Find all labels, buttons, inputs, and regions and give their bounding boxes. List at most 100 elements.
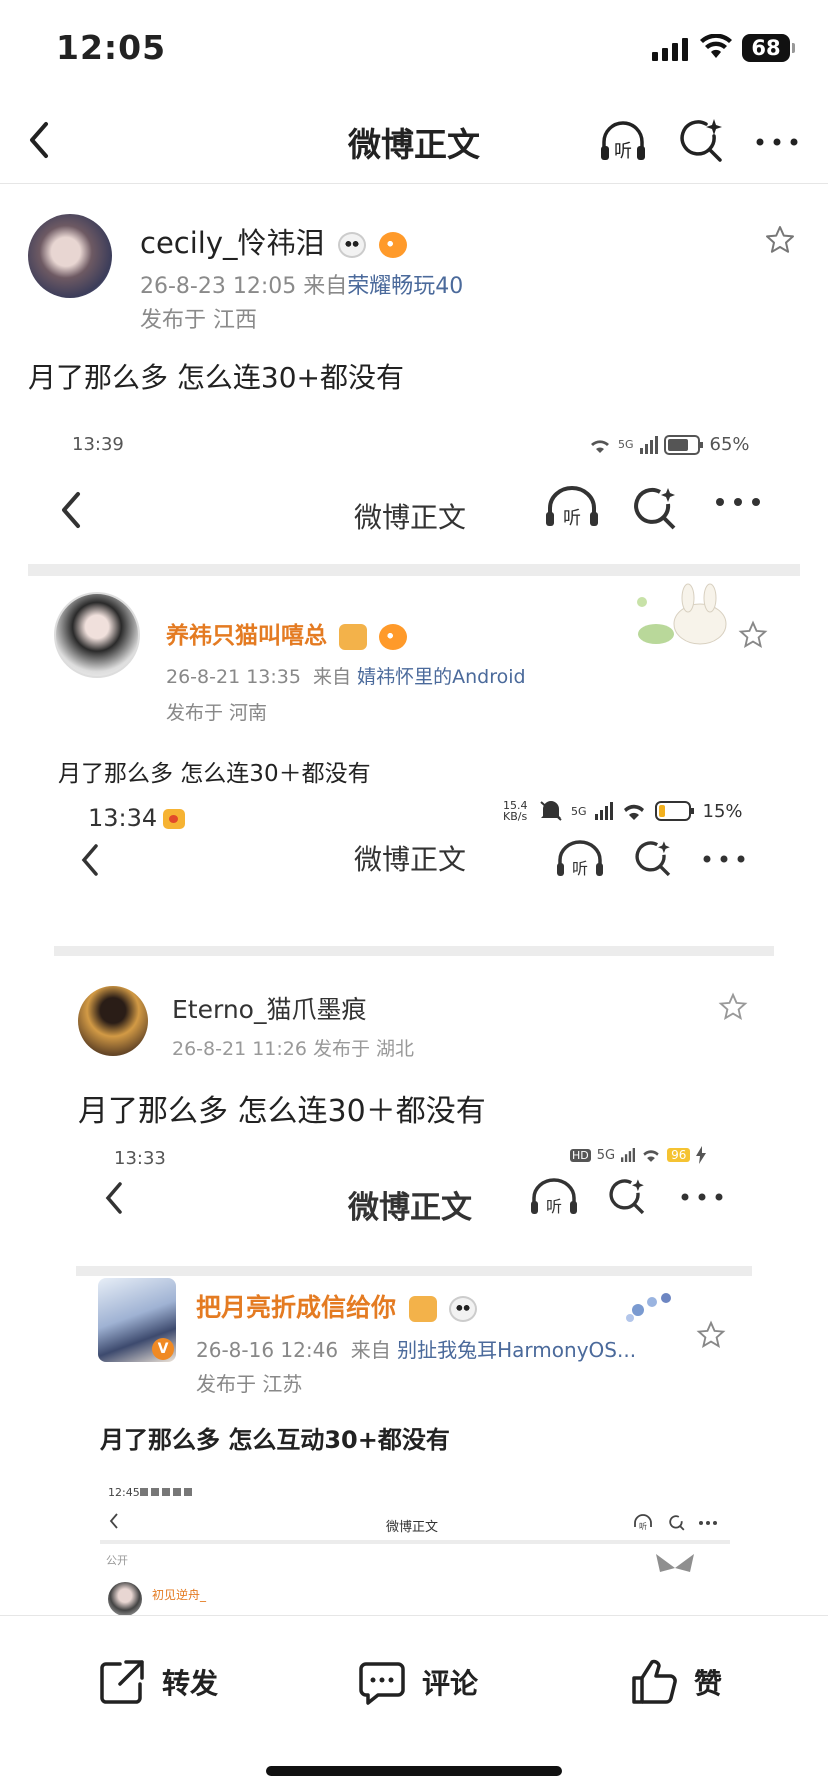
shot1-more-icon <box>716 498 760 506</box>
post-date: 26-8-23 12:05 <box>140 274 297 299</box>
shot3-charging-icon <box>696 1146 707 1164</box>
shot2-nav-title: 微博正文 <box>354 843 467 876</box>
shot4-nav-title: 微博正文 <box>386 1520 439 1535</box>
like-label: 赞 <box>694 1667 723 1700</box>
shot1-signal: 5G <box>618 438 634 451</box>
shot3-listen-text: 听 <box>546 1197 562 1216</box>
battery-icon: 68 <box>742 34 795 62</box>
shot1-battery-icon <box>663 434 703 455</box>
shot1-search-icon <box>634 488 676 530</box>
shot3-status-right: HD 5G 96 <box>570 1146 707 1164</box>
avatar[interactable] <box>28 214 112 298</box>
shot3-signal-icon <box>621 1148 636 1162</box>
shot2-more-icon <box>703 855 745 863</box>
shot3-username: 把月亮折成信给你 <box>196 1288 478 1324</box>
more-horizontal-icon <box>756 138 798 146</box>
shot1-crown-icon <box>339 623 368 650</box>
shot3-date: 26-8-16 12:46 <box>196 1338 339 1362</box>
sparkle-search-icon <box>680 119 722 162</box>
shot3-star-icon <box>696 1320 726 1348</box>
post-source[interactable]: 荣耀畅玩40 <box>347 274 463 299</box>
shot3-source: 别扯我兔耳HarmonyOS... <box>397 1338 637 1362</box>
panda-badge-icon <box>337 232 366 258</box>
shot3-from-prefix: 来自 <box>350 1338 391 1362</box>
post-image[interactable]: 13:39 5G 65% 微博正文 听 养祎只猫叫嘻总 26-8-21 13:3… <box>0 420 828 1615</box>
shot2-text: 月了那么多 怎么连30＋都没有 <box>78 1094 486 1129</box>
shot1-username: 养祎只猫叫嘻总 <box>166 616 408 650</box>
shot3-hd: HD <box>570 1148 591 1162</box>
shot4-search-icon <box>669 1515 685 1531</box>
like-button[interactable]: 赞 <box>628 1652 722 1712</box>
shot3-headphones-icon: 听 <box>531 1178 577 1216</box>
bunny-sticker-icon <box>637 583 727 645</box>
comment-button[interactable]: 评论 <box>356 1652 478 1712</box>
shot3-username-text: 把月亮折成信给你 <box>196 1293 397 1322</box>
shot4-divider <box>100 1540 730 1544</box>
post-username[interactable]: cecily_怜祎泪 <box>140 220 407 262</box>
shot1-back-icon <box>62 492 80 528</box>
shot2-headphones-icon: 听 <box>557 840 603 878</box>
shot2-wifi-icon <box>623 804 644 820</box>
shot2-divider <box>54 946 774 956</box>
fish-badge-icon <box>378 232 407 258</box>
shot2-net-speed: 15.4 KB/s <box>503 799 528 823</box>
shot1-from-prefix: 来自 <box>313 666 352 688</box>
shot1-battery: 65% <box>709 434 750 455</box>
shot1-username-text: 养祎只猫叫嘻总 <box>166 623 327 649</box>
signal-icon <box>652 38 688 61</box>
status-time: 12:05 <box>56 28 167 67</box>
shot3-panda-icon <box>449 1296 478 1322</box>
shot2-status: 13:34 <box>88 804 186 832</box>
shot1-divider <box>28 564 800 576</box>
shot3-wifi-icon <box>643 1150 659 1162</box>
shot3-search-icon <box>609 1179 645 1215</box>
shot4-status-dots <box>140 1488 192 1496</box>
shot1-date: 26-8-21 13:35 <box>166 666 301 688</box>
shot3-signal: 5G <box>596 1147 616 1163</box>
shot3-location: 发布于 江苏 <box>196 1372 303 1396</box>
more-button[interactable] <box>752 116 802 166</box>
shot1-wifi-icon <box>591 439 609 453</box>
shot3-flower-sticker-icon <box>626 1293 671 1322</box>
thumbs-up-icon <box>632 1659 677 1704</box>
listen-button[interactable]: 听 <box>598 116 648 166</box>
shot1-text: 月了那么多 怎么连30＋都没有 <box>58 761 371 787</box>
comment-icon <box>359 1662 405 1705</box>
shot1-time: 13:39 <box>72 434 124 455</box>
shot2-listen-text: 听 <box>572 859 588 878</box>
shot1-location: 发布于 河南 <box>166 702 268 724</box>
username-text[interactable]: cecily_怜祎泪 <box>140 226 325 260</box>
shot4-butterfly-sticker-icon <box>656 1554 694 1572</box>
shot3-text: 月了那么多 怎么互动30+都没有 <box>100 1426 450 1454</box>
nav-bar: 微博正文 听 <box>0 96 828 184</box>
shot3-meta: 26-8-16 12:46 来自 别扯我兔耳HarmonyOS... <box>196 1334 636 1363</box>
shot4-username: 初见逆舟_ <box>152 1588 207 1602</box>
shot1-status-right: 5G 65% <box>588 434 750 455</box>
shot3-time: 13:33 <box>114 1148 166 1169</box>
repost-label: 转发 <box>162 1667 219 1700</box>
post-location: 发布于 江西 <box>140 308 257 333</box>
search-button[interactable] <box>676 116 726 166</box>
shot4-public-label: 公开 <box>106 1554 128 1567</box>
shot1-headphones-icon: 听 <box>546 486 598 529</box>
status-bar: 12:05 68 <box>0 0 828 96</box>
shot2-search-icon <box>635 841 671 877</box>
weibo-logo-icon <box>163 809 186 829</box>
post-meta: 26-8-23 12:05 来自荣耀畅玩40 <box>140 268 463 300</box>
shot2-username: Eterno_猫爪墨痕 <box>172 995 367 1024</box>
star-icon[interactable] <box>764 224 796 256</box>
shot1-signal-icon <box>639 435 658 454</box>
shot2-back-icon <box>81 844 98 876</box>
shot2-meta: 26-8-21 11:26 发布于 湖北 <box>172 1038 415 1060</box>
shot3-nav-title: 微博正文 <box>348 1190 472 1226</box>
shot3-divider <box>76 1266 752 1276</box>
shot2-status-right: 15.4 KB/s 5G 15% <box>503 800 743 822</box>
shot1-star-icon <box>738 620 768 648</box>
home-indicator[interactable] <box>266 1766 562 1776</box>
shot2-time: 13:34 <box>88 804 158 832</box>
shot3-crown-icon <box>408 1296 437 1322</box>
shot4-avatar <box>108 1582 142 1615</box>
shot1-listen-text: 听 <box>563 508 581 529</box>
repost-button[interactable]: 转发 <box>96 1652 218 1712</box>
shot3-back-icon <box>105 1182 122 1214</box>
